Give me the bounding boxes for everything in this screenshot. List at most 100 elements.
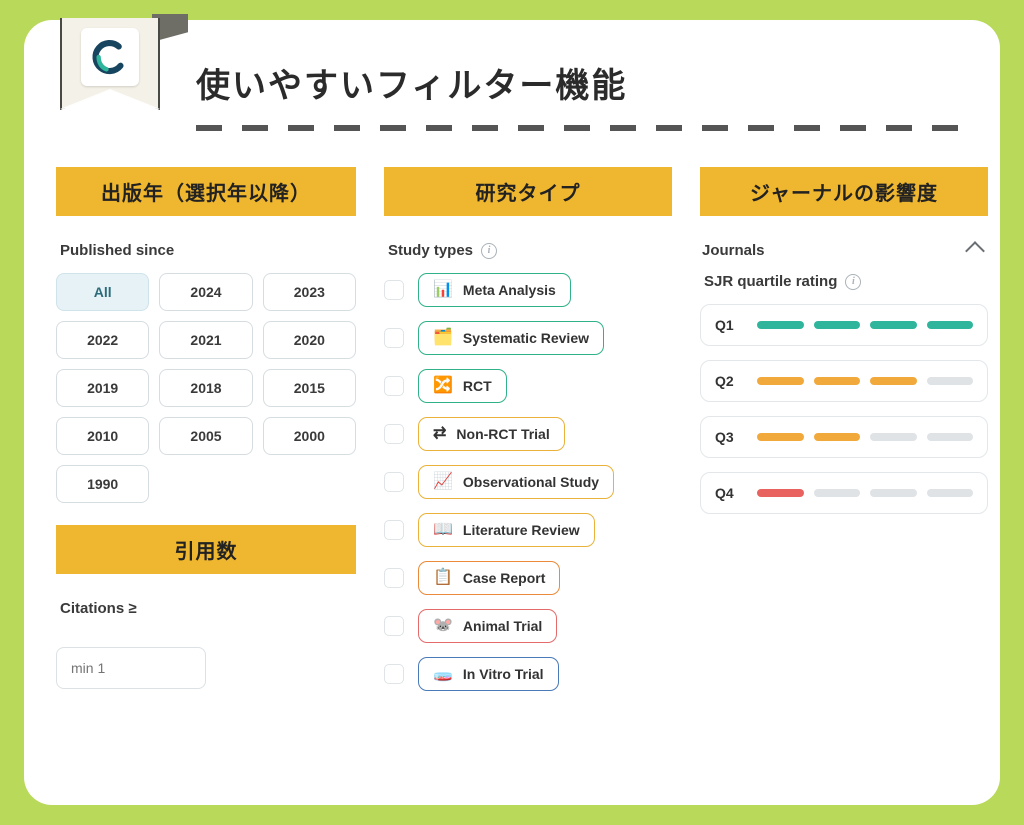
study-type-label: Meta Analysis [463,282,556,298]
study-type-row: 🗂️Systematic Review [384,321,672,355]
study-type-checkbox[interactable] [384,472,404,492]
study-type-label: Observational Study [463,474,599,490]
study-type-pill[interactable]: 🐭Animal Trial [418,609,557,643]
year-grid: All 2024 2023 2022 2021 2020 2019 2018 2015 2010 2… [56,273,356,503]
sjr-row-label: Q3 [715,429,743,445]
sjr-seg [927,321,974,329]
year-chip-2010[interactable]: 2010 [56,417,149,455]
study-types-label: Study types i [388,242,672,259]
sjr-seg [927,433,974,441]
study-type-pill[interactable]: 🔀RCT [418,369,507,403]
study-type-row: ⇄ Non-RCT Trial [384,417,672,451]
header-divider [196,125,968,131]
study-type-checkbox[interactable] [384,520,404,540]
study-type-checkbox[interactable] [384,280,404,300]
study-type-pill[interactable]: ⇄ Non-RCT Trial [418,417,565,451]
journals-header: ジャーナルの影響度 [700,167,988,216]
study-type-checkbox[interactable] [384,376,404,396]
sjr-seg [814,489,861,497]
study-type-pill[interactable]: 📋 Case Report [418,561,560,595]
study-type-icon: 📈 [433,474,453,490]
study-type-row: 📈 Observational Study [384,465,672,499]
year-chip-2000[interactable]: 2000 [263,417,356,455]
study-type-row: 🔀RCT [384,369,672,403]
sjr-row-q4[interactable]: Q4 [700,472,988,514]
sjr-row-q2[interactable]: Q2 [700,360,988,402]
study-type-pill[interactable]: 📖Literature Review [418,513,595,547]
study-type-row: 📖Literature Review [384,513,672,547]
year-chip-2018[interactable]: 2018 [159,369,252,407]
sjr-rating-label-text: SJR quartile rating [704,273,837,290]
citations-label: Citations ≥ [60,600,356,617]
journals-accordion-header[interactable]: Journals [702,242,986,259]
study-type-label: Non-RCT Trial [456,426,549,442]
col-published: 出版年（選択年以降） Published since All 2024 2023 20… [56,167,356,691]
study-type-list: 📊 Meta Analysis 🗂️Systematic Review 🔀RCT ⇄ No… [384,273,672,691]
study-type-label: Systematic Review [463,330,589,346]
study-type-label: Literature Review [463,522,580,538]
study-type-icon: 📋 [433,570,453,586]
study-types-label-text: Study types [388,242,473,259]
study-type-pill[interactable]: 🗂️Systematic Review [418,321,604,355]
study-type-icon: 📊 [433,282,453,298]
year-chip-2021[interactable]: 2021 [159,321,252,359]
citations-min-input[interactable] [56,647,206,689]
study-type-checkbox[interactable] [384,568,404,588]
study-type-label: In Vitro Trial [463,666,544,682]
sjr-seg [927,489,974,497]
year-chip-2019[interactable]: 2019 [56,369,149,407]
sjr-rating-label: SJR quartile rating i [704,273,988,290]
sjr-seg [814,433,861,441]
year-chip-2023[interactable]: 2023 [263,273,356,311]
study-type-checkbox[interactable] [384,424,404,444]
study-type-icon: ⇄ [433,426,446,442]
study-type-row: 🐭Animal Trial [384,609,672,643]
year-chip-2024[interactable]: 2024 [159,273,252,311]
sjr-bars [757,489,973,497]
citations-header: 引用数 [56,525,356,574]
study-types-header: 研究タイプ [384,167,672,216]
col-study-types: 研究タイプ Study types i 📊 Meta Analysis 🗂️Syst… [384,167,672,691]
year-chip-2015[interactable]: 2015 [263,369,356,407]
sjr-seg [870,433,917,441]
sjr-bars [757,377,973,385]
study-type-row: 🧫In Vitro Trial [384,657,672,691]
year-chip-1990[interactable]: 1990 [56,465,149,503]
study-type-checkbox[interactable] [384,616,404,636]
study-type-pill[interactable]: 📈 Observational Study [418,465,614,499]
sjr-row-label: Q4 [715,485,743,501]
year-chip-2022[interactable]: 2022 [56,321,149,359]
sjr-row-label: Q2 [715,373,743,389]
study-type-row: 📋 Case Report [384,561,672,595]
app-logo [81,28,139,86]
sjr-row-q1[interactable]: Q1 [700,304,988,346]
page-title: 使いやすいフィルター機能 [196,58,627,107]
sjr-seg [757,489,804,497]
sjr-seg [757,377,804,385]
sjr-seg [814,377,861,385]
sjr-seg [870,489,917,497]
study-type-label: Case Report [463,570,545,586]
study-type-checkbox[interactable] [384,664,404,684]
study-type-checkbox[interactable] [384,328,404,348]
study-type-pill[interactable]: 🧫In Vitro Trial [418,657,559,691]
sjr-list: Q1 Q2 Q3 Q4 [700,304,988,514]
published-header: 出版年（選択年以降） [56,167,356,216]
info-icon[interactable]: i [481,243,497,259]
study-type-pill[interactable]: 📊 Meta Analysis [418,273,571,307]
sjr-seg [927,377,974,385]
sjr-seg [870,321,917,329]
sjr-seg [814,321,861,329]
main-card: 使いやすいフィルター機能 出版年（選択年以降） Published since … [24,20,1000,805]
sjr-bars [757,433,973,441]
info-icon[interactable]: i [845,274,861,290]
year-chip-all[interactable]: All [56,273,149,311]
sjr-seg [870,377,917,385]
study-type-label: RCT [463,378,492,394]
sjr-seg [757,433,804,441]
published-since-label: Published since [60,242,356,259]
year-chip-2020[interactable]: 2020 [263,321,356,359]
col-journals: ジャーナルの影響度 Journals SJR quartile rating i… [700,167,988,691]
year-chip-2005[interactable]: 2005 [159,417,252,455]
sjr-row-q3[interactable]: Q3 [700,416,988,458]
